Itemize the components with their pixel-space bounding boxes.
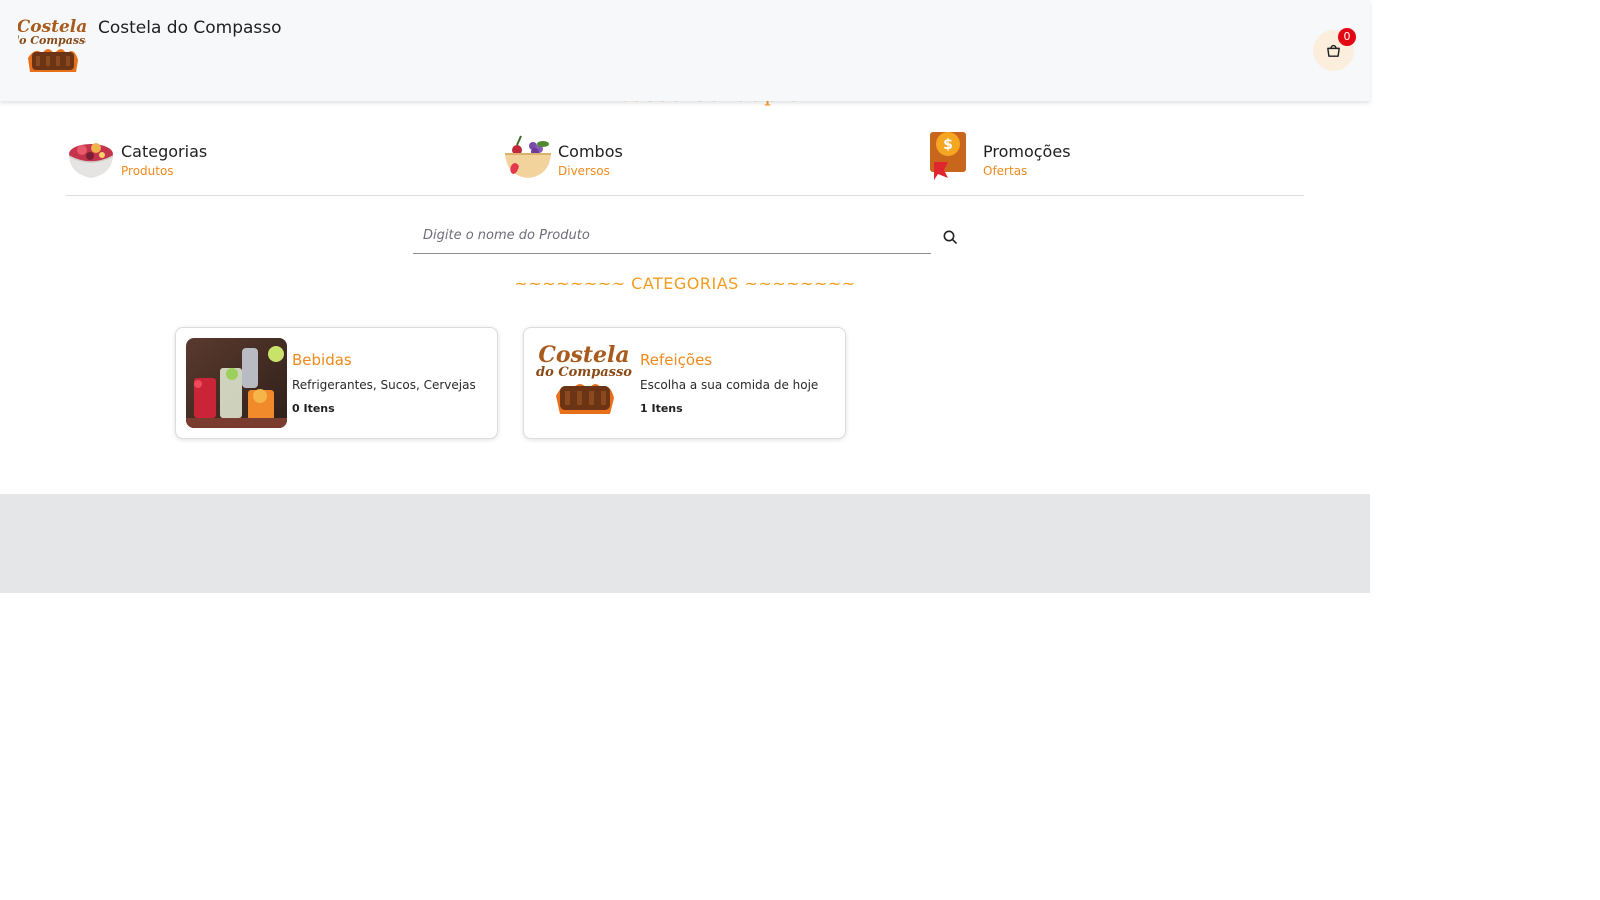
category-description: Escolha a sua comida de hoje [640,378,819,392]
category-card-refeicoes[interactable]: Costela do Compasso Refeições Escolha a … [523,327,846,439]
category-item-count: 0 Itens [292,402,335,415]
menu-item-subtitle: Produtos [121,164,174,178]
menu-item-title: Combos [558,142,623,161]
menu-row: Categorias Produtos Combos Diversos $ Pr… [66,122,1304,196]
store-logo[interactable]: Costela do Compasso [11,14,93,86]
search-field [413,218,931,254]
svg-text:do Compasso: do Compasso [18,34,86,47]
costela-do-compasso-logo: Costela do Compasso [534,338,635,428]
svg-text:$: $ [943,137,953,153]
search-input[interactable] [413,218,931,252]
menu-item-subtitle: Diversos [558,164,610,178]
app-root: Nosso Cardápio Costela do Compasso Coste… [0,0,1600,900]
page-area: Nosso Cardápio Costela do Compasso Coste… [0,0,1370,593]
category-title: Refeições [640,351,713,369]
search-icon [942,230,958,248]
category-card-bebidas[interactable]: Bebidas Refrigerantes, Sucos, Cervejas 0… [175,327,498,439]
acai-bowl-icon [66,130,116,182]
svg-text:do Compasso: do Compasso [536,365,632,380]
fruit-basket-icon [503,130,553,182]
category-title: Bebidas [292,351,352,369]
category-description: Refrigerantes, Sucos, Cervejas [292,378,476,392]
menu-item-title: Categorias [121,142,208,161]
category-item-count: 1 Itens [640,402,683,415]
store-name: Costela do Compasso [98,18,282,38]
cart-count-badge: 0 [1338,28,1356,46]
search-button[interactable] [940,228,960,248]
dollar-tag-icon: $ [928,130,978,182]
section-title: ~~~~~~~~ CATEGORIAS ~~~~~~~~ [514,274,856,293]
footer [0,494,1370,593]
header: Costela do Compasso Costela do Compasso [0,0,1370,101]
menu-item-subtitle: Ofertas [983,164,1028,178]
menu-item-title: Promoções [983,142,1071,161]
drinks-photo [186,338,287,428]
